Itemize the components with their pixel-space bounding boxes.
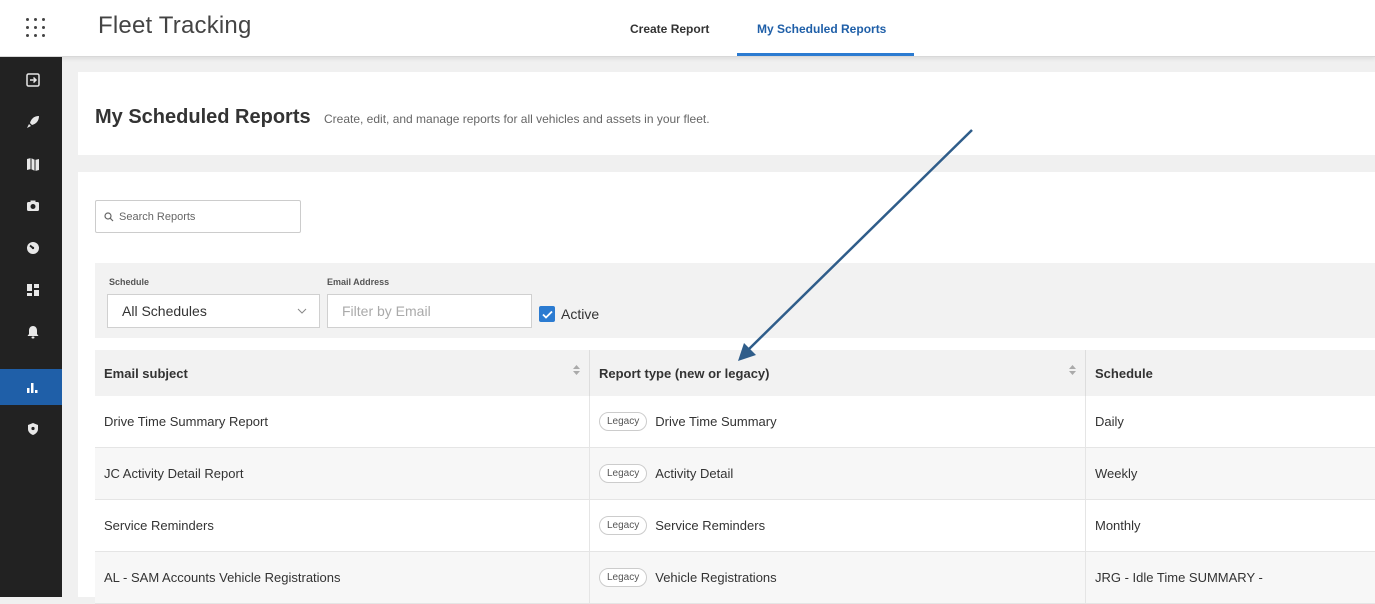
app-grid-icon[interactable]	[24, 16, 48, 40]
search-icon	[104, 211, 114, 221]
sort-icon	[1069, 365, 1076, 375]
legacy-badge: Legacy	[599, 464, 648, 483]
sidebar-item-reports[interactable]	[0, 369, 62, 405]
checkmark-icon	[541, 310, 553, 319]
filter-bar: Schedule Email Address All Schedules Fil…	[95, 263, 1375, 338]
cell-report-type: Legacy Vehicle Registrations	[590, 552, 1086, 603]
column-header-schedule[interactable]: Schedule	[1086, 350, 1375, 396]
bar-chart-icon	[27, 383, 38, 393]
cell-email-subject: JC Activity Detail Report	[95, 448, 590, 499]
cell-schedule: JRG - Idle Time SUMMARY -	[1095, 570, 1263, 585]
cell-schedule: Weekly	[1095, 466, 1138, 481]
column-header-report-type[interactable]: Report type (new or legacy)	[590, 350, 1086, 396]
top-bar: Fleet Tracking Create Report My Schedule…	[0, 0, 1375, 57]
email-filter-placeholder: Filter by Email	[342, 303, 431, 319]
active-checkbox[interactable]	[539, 306, 555, 322]
cell-email-subject: Drive Time Summary Report	[95, 396, 590, 447]
sidebar-item-exit[interactable]	[0, 62, 62, 98]
schedule-select[interactable]: All Schedules	[107, 294, 320, 328]
page-title: My Scheduled Reports	[95, 106, 311, 128]
report-type-label: Service Reminders	[655, 518, 766, 533]
email-filter-label: Email Address	[327, 277, 390, 287]
sort-icon	[573, 365, 580, 375]
sidebar-item-rocket[interactable]	[0, 104, 62, 140]
cell-report-type: Legacy Activity Detail	[590, 448, 1086, 499]
search-input[interactable]: Search Reports	[95, 200, 301, 233]
legacy-badge: Legacy	[599, 412, 648, 431]
active-label: Active	[561, 306, 600, 322]
page-header: My Scheduled Reports Create, edit, and m…	[78, 72, 1375, 155]
sidebar-item-security[interactable]	[0, 411, 62, 447]
sidebar-item-camera[interactable]	[0, 188, 62, 224]
camera-icon	[27, 200, 39, 211]
tab-create-report[interactable]: Create Report	[630, 22, 709, 36]
sidebar-item-dashboard[interactable]	[0, 272, 62, 308]
column-header-email-subject[interactable]: Email subject	[95, 350, 590, 396]
cell-email-subject: Service Reminders	[95, 500, 590, 551]
app-title: Fleet Tracking	[98, 12, 252, 39]
legacy-badge: Legacy	[599, 568, 648, 587]
search-placeholder: Search Reports	[119, 210, 196, 223]
schedule-filter-label: Schedule	[109, 277, 150, 287]
active-tab-indicator	[737, 53, 914, 56]
dashboard-icon	[27, 284, 39, 296]
table-row[interactable]: JC Activity Detail Report Legacy Activity…	[95, 448, 1375, 500]
table-row[interactable]: AL - SAM Accounts Vehicle Registrations …	[95, 552, 1375, 604]
cell-schedule: Monthly	[1095, 518, 1141, 533]
report-type-label: Activity Detail	[655, 466, 734, 481]
cell-report-type: Legacy Drive Time Summary	[590, 396, 1086, 447]
report-type-label: Drive Time Summary	[655, 414, 777, 429]
report-type-label: Vehicle Registrations	[655, 570, 777, 585]
rocket-icon	[27, 116, 39, 128]
legacy-badge: Legacy	[599, 516, 648, 535]
page-subtitle: Create, edit, and manage reports for all…	[324, 112, 710, 126]
cell-email-subject: AL - SAM Accounts Vehicle Registrations	[95, 552, 590, 603]
reports-panel: Search Reports Schedule Email Address Al…	[78, 172, 1375, 604]
sidebar-item-gauge[interactable]	[0, 230, 62, 266]
bell-icon	[27, 326, 39, 339]
shield-icon	[28, 423, 38, 435]
sidebar-item-map[interactable]	[0, 146, 62, 182]
cell-schedule: Daily	[1095, 414, 1124, 429]
active-toggle[interactable]: Active	[539, 306, 599, 322]
map-icon	[27, 158, 39, 171]
exit-icon	[26, 73, 40, 87]
chevron-down-icon	[297, 308, 307, 314]
cell-report-type: Legacy Service Reminders	[590, 500, 1086, 551]
table-row[interactable]: Drive Time Summary Report Legacy Drive Ti…	[95, 396, 1375, 448]
table-row[interactable]: Service Reminders Legacy Service Reminder…	[95, 500, 1375, 552]
reports-table: Email subject Report type (new or legacy…	[95, 350, 1375, 604]
tab-my-scheduled-reports[interactable]: My Scheduled Reports	[757, 22, 886, 36]
schedule-select-value: All Schedules	[122, 303, 207, 319]
gauge-icon	[27, 242, 39, 254]
sidebar	[0, 57, 62, 597]
sidebar-item-alerts[interactable]	[0, 314, 62, 350]
table-header: Email subject Report type (new or legacy…	[95, 350, 1375, 396]
email-filter-input[interactable]: Filter by Email	[327, 294, 532, 328]
